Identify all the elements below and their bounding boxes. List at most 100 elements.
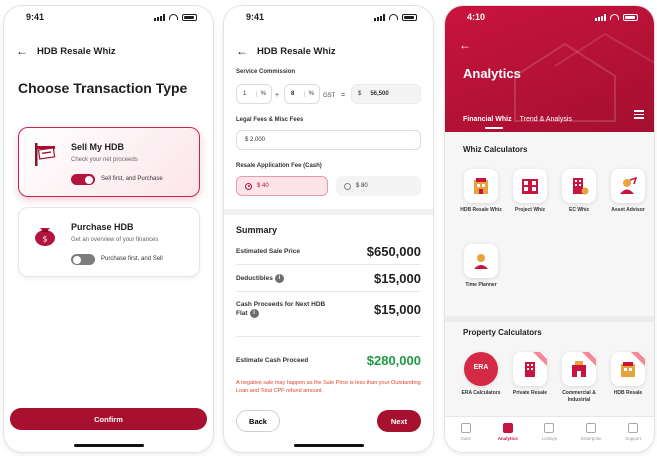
commercial-icon [572, 361, 586, 377]
summary-row: Deductibles i $15,000 [236, 271, 421, 286]
section-heading: Choose Transaction Type [18, 80, 188, 96]
legal-fees-label: Legal Fees & Misc Fees [236, 117, 304, 123]
menu-icon[interactable] [634, 110, 644, 121]
home-indicator [293, 444, 364, 447]
info-icon[interactable]: i [249, 309, 259, 318]
calc-project-whiz[interactable]: Project Whiz [508, 169, 552, 214]
home-icon [460, 423, 471, 433]
wifi-icon [610, 14, 619, 20]
info-icon[interactable]: i [274, 273, 284, 283]
battery-icon [623, 13, 638, 21]
back-arrow-icon[interactable]: ← [16, 45, 28, 57]
next-button[interactable]: Next [377, 410, 421, 432]
enterprise-icon [586, 423, 597, 433]
section-divider [224, 209, 433, 215]
support-icon [628, 423, 639, 433]
status-time: 9:41 [246, 12, 265, 22]
tab-bar: Financial Whiz Trend & Analysis [445, 108, 654, 130]
summary-row: Cash Proceeds for Next HDB Flat i $15,000 [236, 301, 421, 318]
signal-icon [595, 13, 606, 21]
fee-option-80[interactable]: $ 80 [336, 176, 421, 196]
time-planner-icon [474, 254, 488, 269]
calc-hdb-resale[interactable]: HDB Resale [606, 352, 650, 397]
analytics-icon [502, 423, 513, 433]
money-bag-icon: $ [35, 228, 55, 246]
calc-era-calculators[interactable]: ERA ERA Calculators [459, 352, 503, 397]
nav-bar: ← HDB Resale Whiz [4, 38, 213, 64]
nav-listings[interactable]: Listings [529, 417, 571, 452]
nav-suite[interactable]: Suite [445, 417, 487, 452]
equals-sign: = [341, 92, 346, 99]
svg-text:$: $ [42, 235, 47, 244]
calc-time-planner[interactable]: Time Planner [459, 244, 503, 289]
estimate-row: Estimate Cash Proceed $280,000 [236, 353, 421, 368]
status-bar: 9:41 [4, 6, 213, 28]
confirm-button[interactable]: Confirm [10, 408, 207, 430]
wifi-icon [169, 14, 178, 20]
nav-support[interactable]: Support [612, 417, 654, 452]
tab-financial-whiz[interactable]: Financial Whiz [463, 116, 512, 129]
battery-icon [402, 13, 417, 21]
nav-enterprise[interactable]: Enterprise [570, 417, 612, 452]
grid-building-icon [522, 179, 538, 194]
calc-commercial-industrial[interactable]: Commercial & Industrial [557, 352, 601, 403]
tab-trend-analysis[interactable]: Trend & Analysis [520, 116, 572, 123]
radio-icon [344, 182, 351, 190]
listings-icon [544, 423, 555, 433]
toggle-label: Purchase first, and Sell [101, 256, 163, 262]
page-title: Analytics [463, 66, 521, 81]
sell-my-hdb-card[interactable]: Sell My HDB Check your net proceeds Sell… [18, 127, 200, 197]
sold-sign-icon [35, 143, 56, 166]
service-commission-label: Service Commission [236, 69, 296, 75]
calc-ec-whiz[interactable]: EC Whiz [557, 169, 601, 214]
property-calculators-title: Property Calculators [463, 328, 542, 337]
card-title: Sell My HDB [71, 142, 125, 152]
gst-label: GST [323, 93, 336, 99]
purchase-hdb-card[interactable]: $ Purchase HDB Get an overview of your f… [18, 207, 200, 277]
calc-private-resale[interactable]: Private Resale [508, 352, 552, 397]
summary-title: Summary [236, 225, 278, 235]
bottom-nav: Suite Analytics Listings Enterprise Supp… [445, 416, 654, 452]
purchase-first-toggle[interactable] [71, 254, 95, 265]
sell-first-toggle[interactable] [71, 174, 95, 185]
advisor-icon [620, 176, 638, 194]
battery-icon [182, 13, 197, 21]
gst-input[interactable]: 8 % [284, 84, 320, 104]
fee-option-40[interactable]: $ 40 [236, 176, 328, 196]
app-fee-label: Resale Application Fee (Cash) [236, 163, 322, 169]
wifi-icon [389, 14, 398, 20]
status-bar: 9:41 [224, 6, 433, 28]
whiz-calculators-title: Whiz Calculators [463, 145, 528, 154]
page-title: HDB Resale Whiz [257, 45, 336, 57]
calc-hdb-resale-whiz[interactable]: HDB Resale Whiz [459, 169, 503, 214]
nav-bar: ← HDB Resale Whiz [224, 38, 433, 64]
legal-fees-input[interactable]: $ 2,000 [236, 130, 421, 150]
card-description: Check your net proceeds [71, 157, 138, 163]
signal-icon [154, 13, 165, 21]
radio-selected-icon [245, 182, 252, 190]
signal-icon [374, 13, 385, 21]
commission-result: $ 56,500 [351, 84, 421, 104]
phone-transaction-type: 9:41 ← HDB Resale Whiz Choose Transactio… [4, 6, 213, 452]
summary-row: Estimated Sale Price $650,000 [236, 244, 421, 259]
condo-icon [525, 362, 535, 377]
phone-analytics: 4:10 ← Analytics Financial Whiz Trend & … [445, 6, 654, 452]
home-indicator [73, 444, 144, 447]
card-description: Get an overview of your finances [71, 237, 159, 243]
card-title: Purchase HDB [71, 222, 134, 232]
toggle-label: Sell first, and Purchase [101, 176, 163, 182]
status-time: 4:10 [467, 12, 486, 22]
page-title: HDB Resale Whiz [37, 45, 116, 57]
analytics-header: 4:10 ← Analytics Financial Whiz Trend & … [445, 6, 654, 132]
back-arrow-icon[interactable]: ← [459, 38, 471, 52]
hdb-flat-icon [621, 362, 635, 377]
back-button[interactable]: Back [236, 410, 280, 432]
nav-analytics[interactable]: Analytics [487, 417, 529, 452]
tower-icon [573, 178, 589, 195]
commission-input[interactable]: 1 % [236, 84, 272, 104]
phone-resale-calculator: 9:41 ← HDB Resale Whiz Service Commissio… [224, 6, 433, 452]
back-arrow-icon[interactable]: ← [236, 45, 248, 57]
calc-asset-advisor[interactable]: Asset Advisor [606, 169, 650, 214]
section-divider [445, 316, 654, 322]
era-logo: ERA [473, 364, 489, 371]
